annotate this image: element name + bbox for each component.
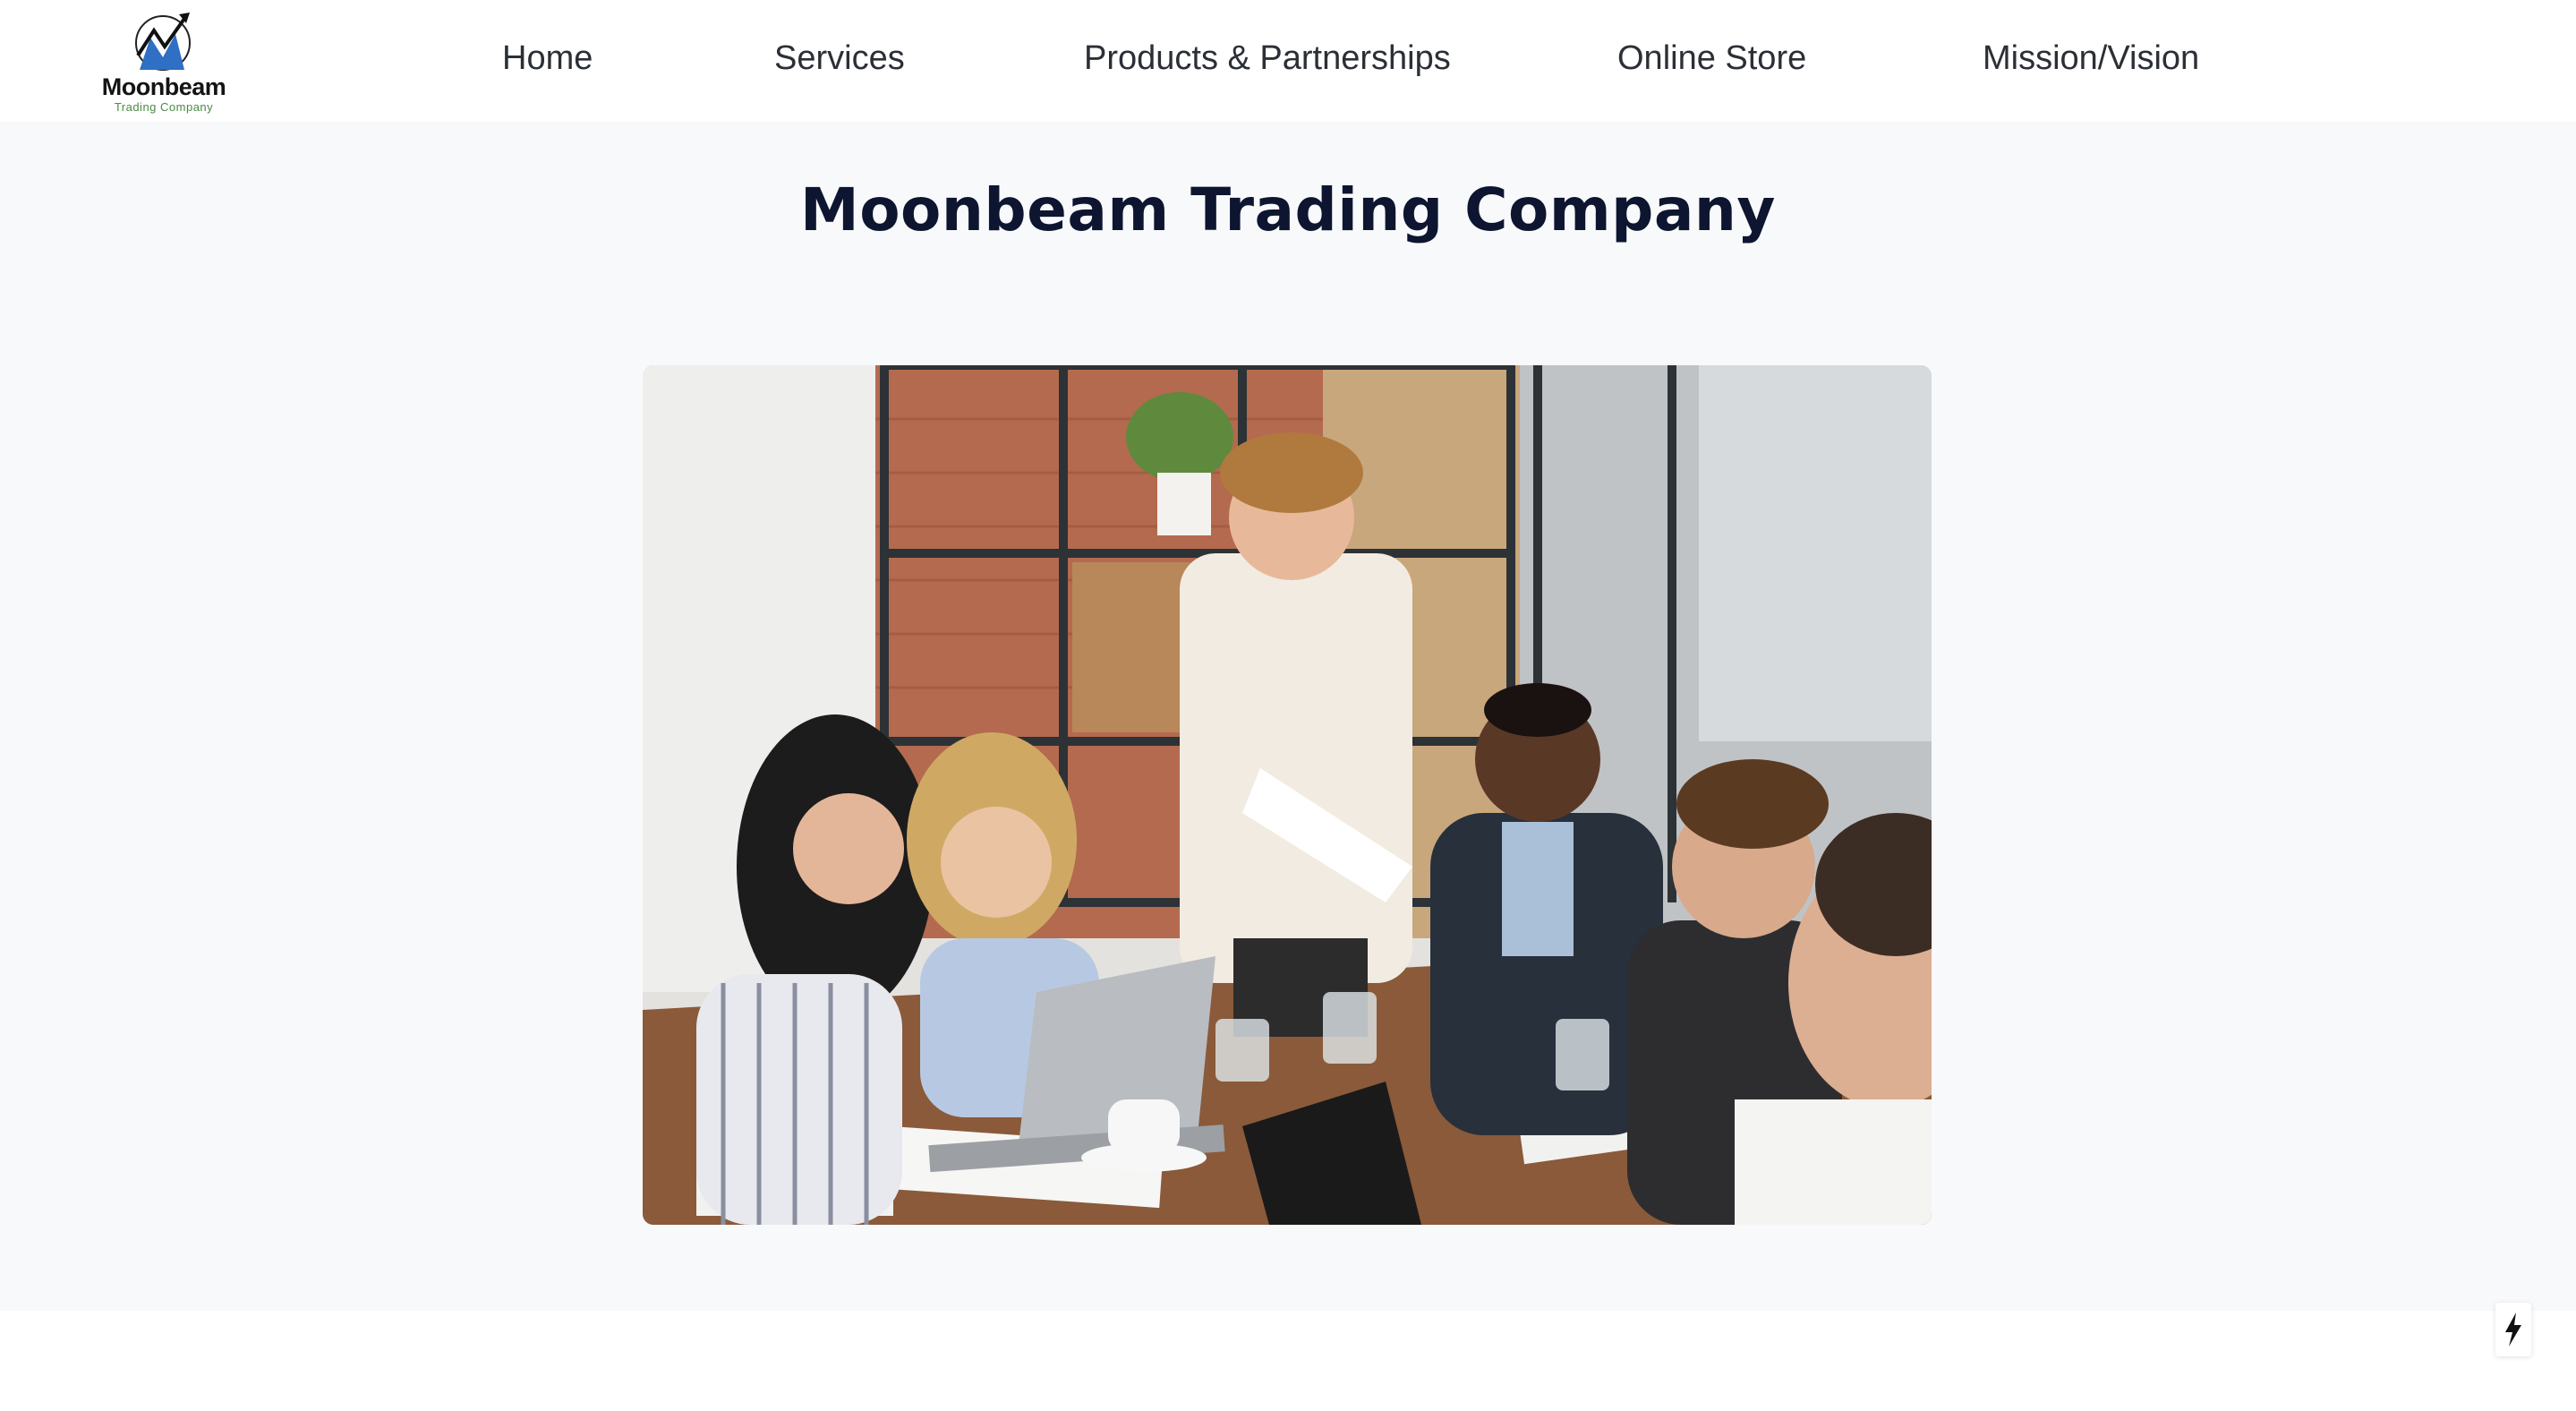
lightning-bolt-icon: [2505, 1313, 2521, 1347]
site-builder-badge[interactable]: [2495, 1303, 2531, 1356]
nav-products-partnerships[interactable]: Products & Partnerships: [1084, 39, 1451, 78]
nav-online-store[interactable]: Online Store: [1617, 39, 1806, 78]
nav-services[interactable]: Services: [774, 39, 905, 78]
logo-tagline: Trading Company: [114, 100, 214, 114]
office-meeting-illustration: [643, 365, 1932, 1225]
page-title: Moonbeam Trading Company: [800, 175, 1776, 244]
moonbeam-logo-icon: [135, 13, 191, 71]
logo-wordmark: Moonbeam: [101, 73, 226, 100]
hero-image: [643, 365, 1932, 1225]
brand-logo[interactable]: Moonbeam Trading Company: [97, 9, 231, 114]
nav-home[interactable]: Home: [502, 39, 593, 78]
top-navbar: Moonbeam Trading Company Home Services P…: [0, 0, 2576, 122]
nav-mission-vision[interactable]: Mission/Vision: [1983, 39, 2199, 78]
page-bottom-area: [0, 1311, 2576, 1411]
